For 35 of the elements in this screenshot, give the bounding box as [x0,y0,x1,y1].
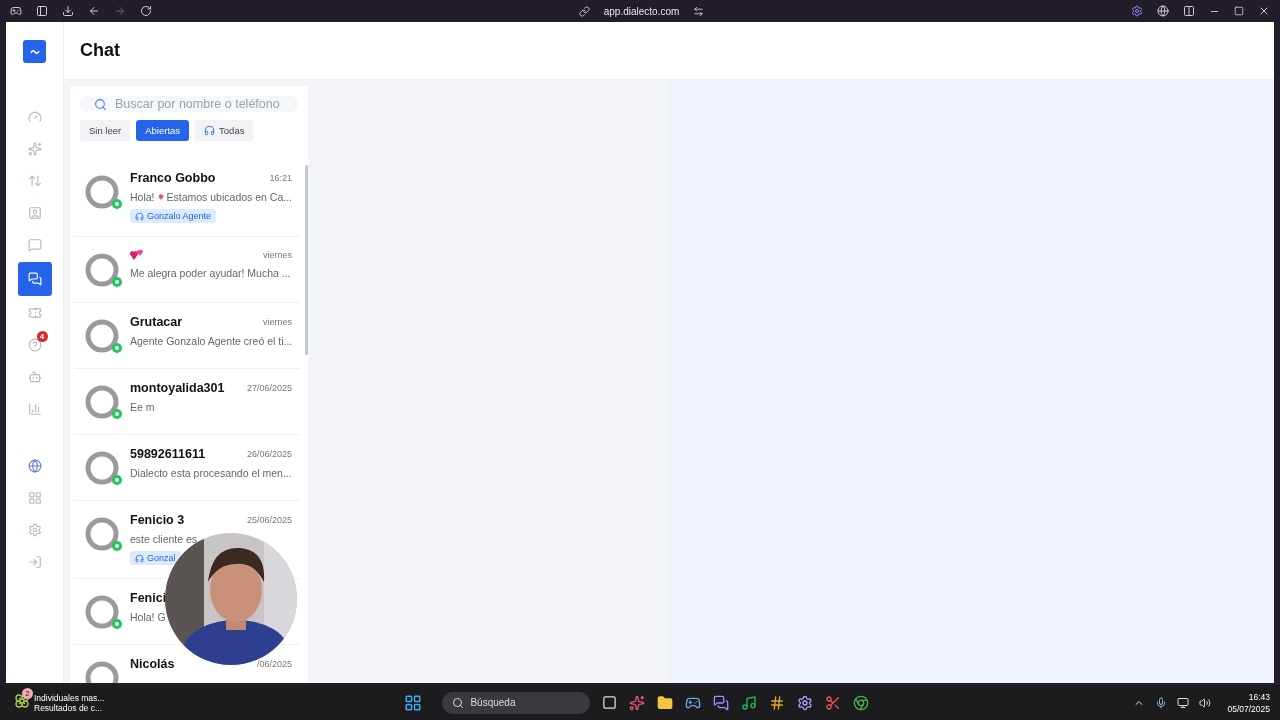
message-preview: Hola! Estamos ubicados en Ca... [130,191,292,203]
message-preview: este cliente es [130,533,199,545]
filter-tab[interactable]: Sin leer [80,120,131,141]
search-field[interactable]: Buscar por nombre o teléfono [80,96,298,112]
message-time: 16:21 [269,173,292,183]
agent-tag: Gonzal [130,551,181,565]
contact-name: Nicolás [130,657,175,671]
page-title: Chat [80,40,120,61]
notification-subtitle: Resultados de c... [34,702,104,713]
message-time: 25/06/2025 [246,515,292,525]
taskbar-clock[interactable]: 16:43 05/07/2025 [1227,691,1270,714]
filter-tab[interactable]: Todas [195,120,254,141]
agent-tag: Gonzalo Agente [130,209,217,223]
contact-name: Fenicio 3 [130,513,185,527]
sidebar-item[interactable]: 4 [17,330,52,360]
notification-badge: 4 [36,331,48,342]
contact-name: 59892611611 [130,447,206,461]
message-time: viernes [263,250,292,260]
message-time: 26/06/2025 [246,449,292,459]
filter-tab[interactable]: Abiertas [136,120,190,141]
notification-title: Individuales mas... [34,692,105,703]
message-time: viernes [263,317,292,327]
message-time: /06/2025 [256,659,292,669]
contact-name: Grutacar [130,315,183,329]
message-preview: Agente Gonzalo Agente creó el ti... [130,335,292,347]
notification-badge: 2 [22,687,33,699]
message-preview: Hola! G [130,611,167,623]
taskbar-search[interactable]: Búsqueda [442,691,591,714]
message-preview: Dialecto esta procesando el men... [130,467,292,479]
contact-name: Franco Gobbo [130,171,216,185]
address-bar[interactable]: app.dialecto.com [603,5,680,17]
contact-name: montoyalida301 [130,381,225,395]
message-time: 27/06/2025 [246,383,292,393]
message-preview: Ee m [130,401,156,413]
message-preview: Me alegra poder ayudar! Mucha ... [130,267,292,279]
